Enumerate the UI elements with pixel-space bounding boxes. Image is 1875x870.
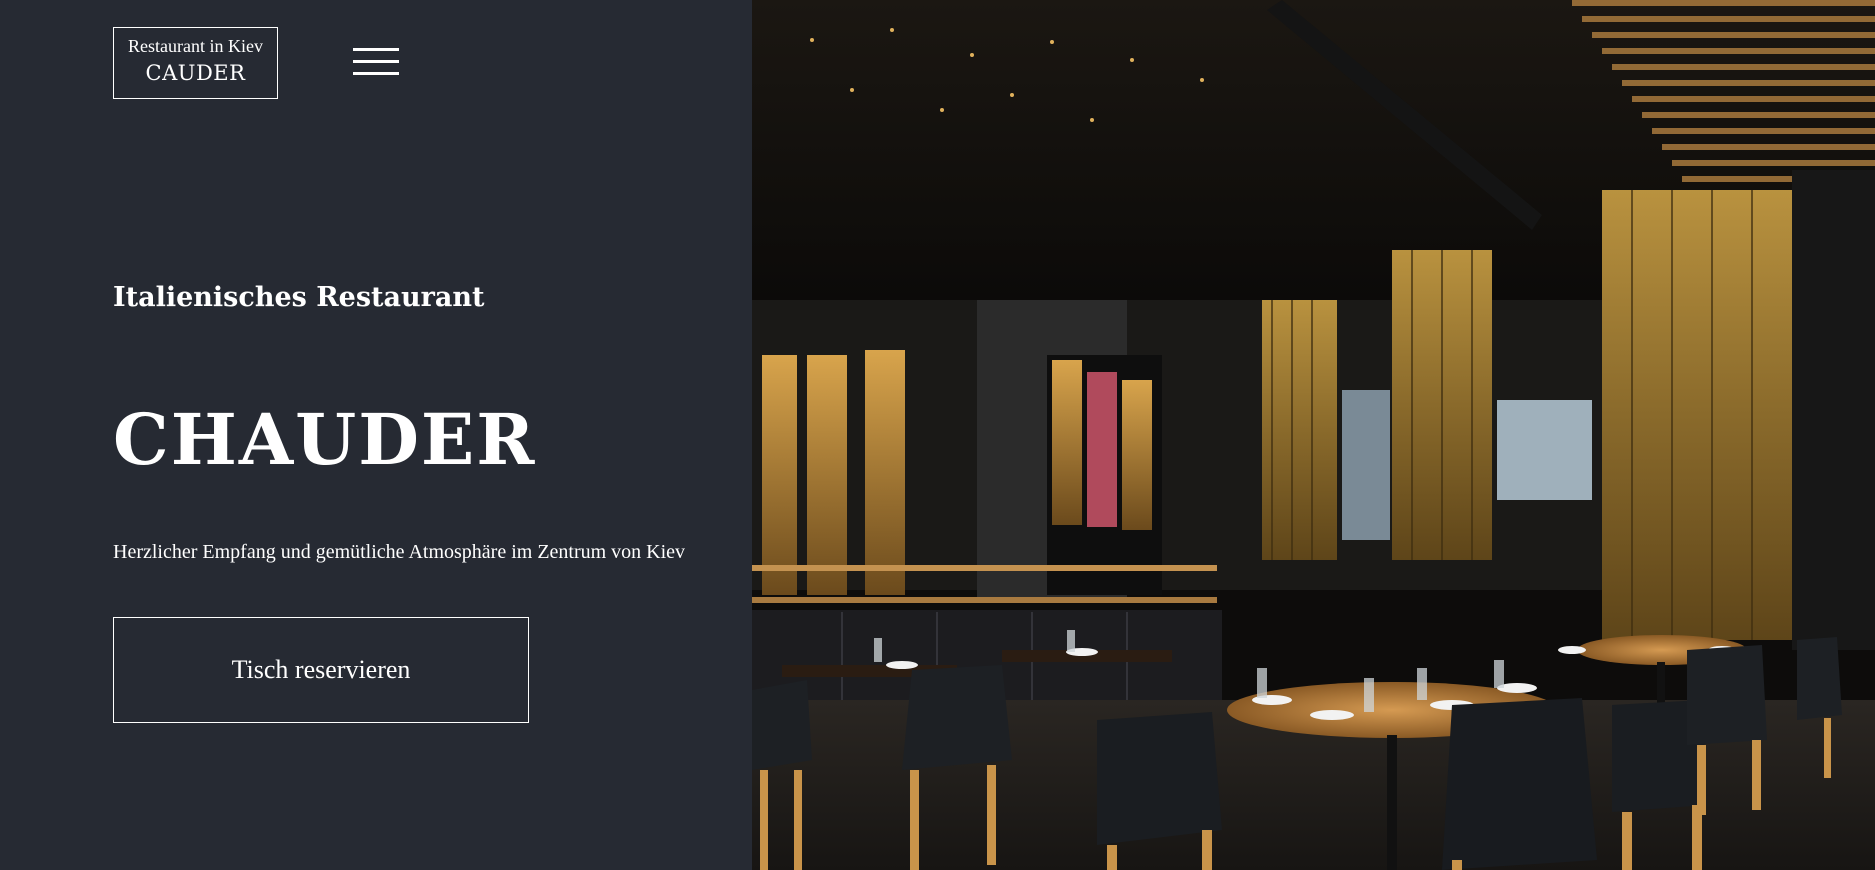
- left-panel: Restaurant in Kiev CAUDER Italienisches …: [0, 0, 752, 870]
- logo[interactable]: Restaurant in Kiev CAUDER: [113, 27, 278, 99]
- logo-subtitle: Restaurant in Kiev: [128, 36, 263, 56]
- menu-line: [353, 72, 399, 75]
- hero-title: CHAUDER: [113, 398, 537, 481]
- restaurant-interior-image: [752, 0, 1875, 870]
- logo-name: CAUDER: [145, 61, 246, 85]
- hero-subtitle: Italienisches Restaurant: [113, 282, 485, 313]
- reserve-table-button[interactable]: Tisch reservieren: [113, 617, 529, 723]
- menu-line: [353, 48, 399, 51]
- hamburger-menu-icon[interactable]: [353, 48, 399, 78]
- menu-line: [353, 60, 399, 63]
- hero-tagline: Herzlicher Empfang und gemütliche Atmosp…: [113, 541, 686, 563]
- restaurant-interior-illustration: [752, 0, 1875, 870]
